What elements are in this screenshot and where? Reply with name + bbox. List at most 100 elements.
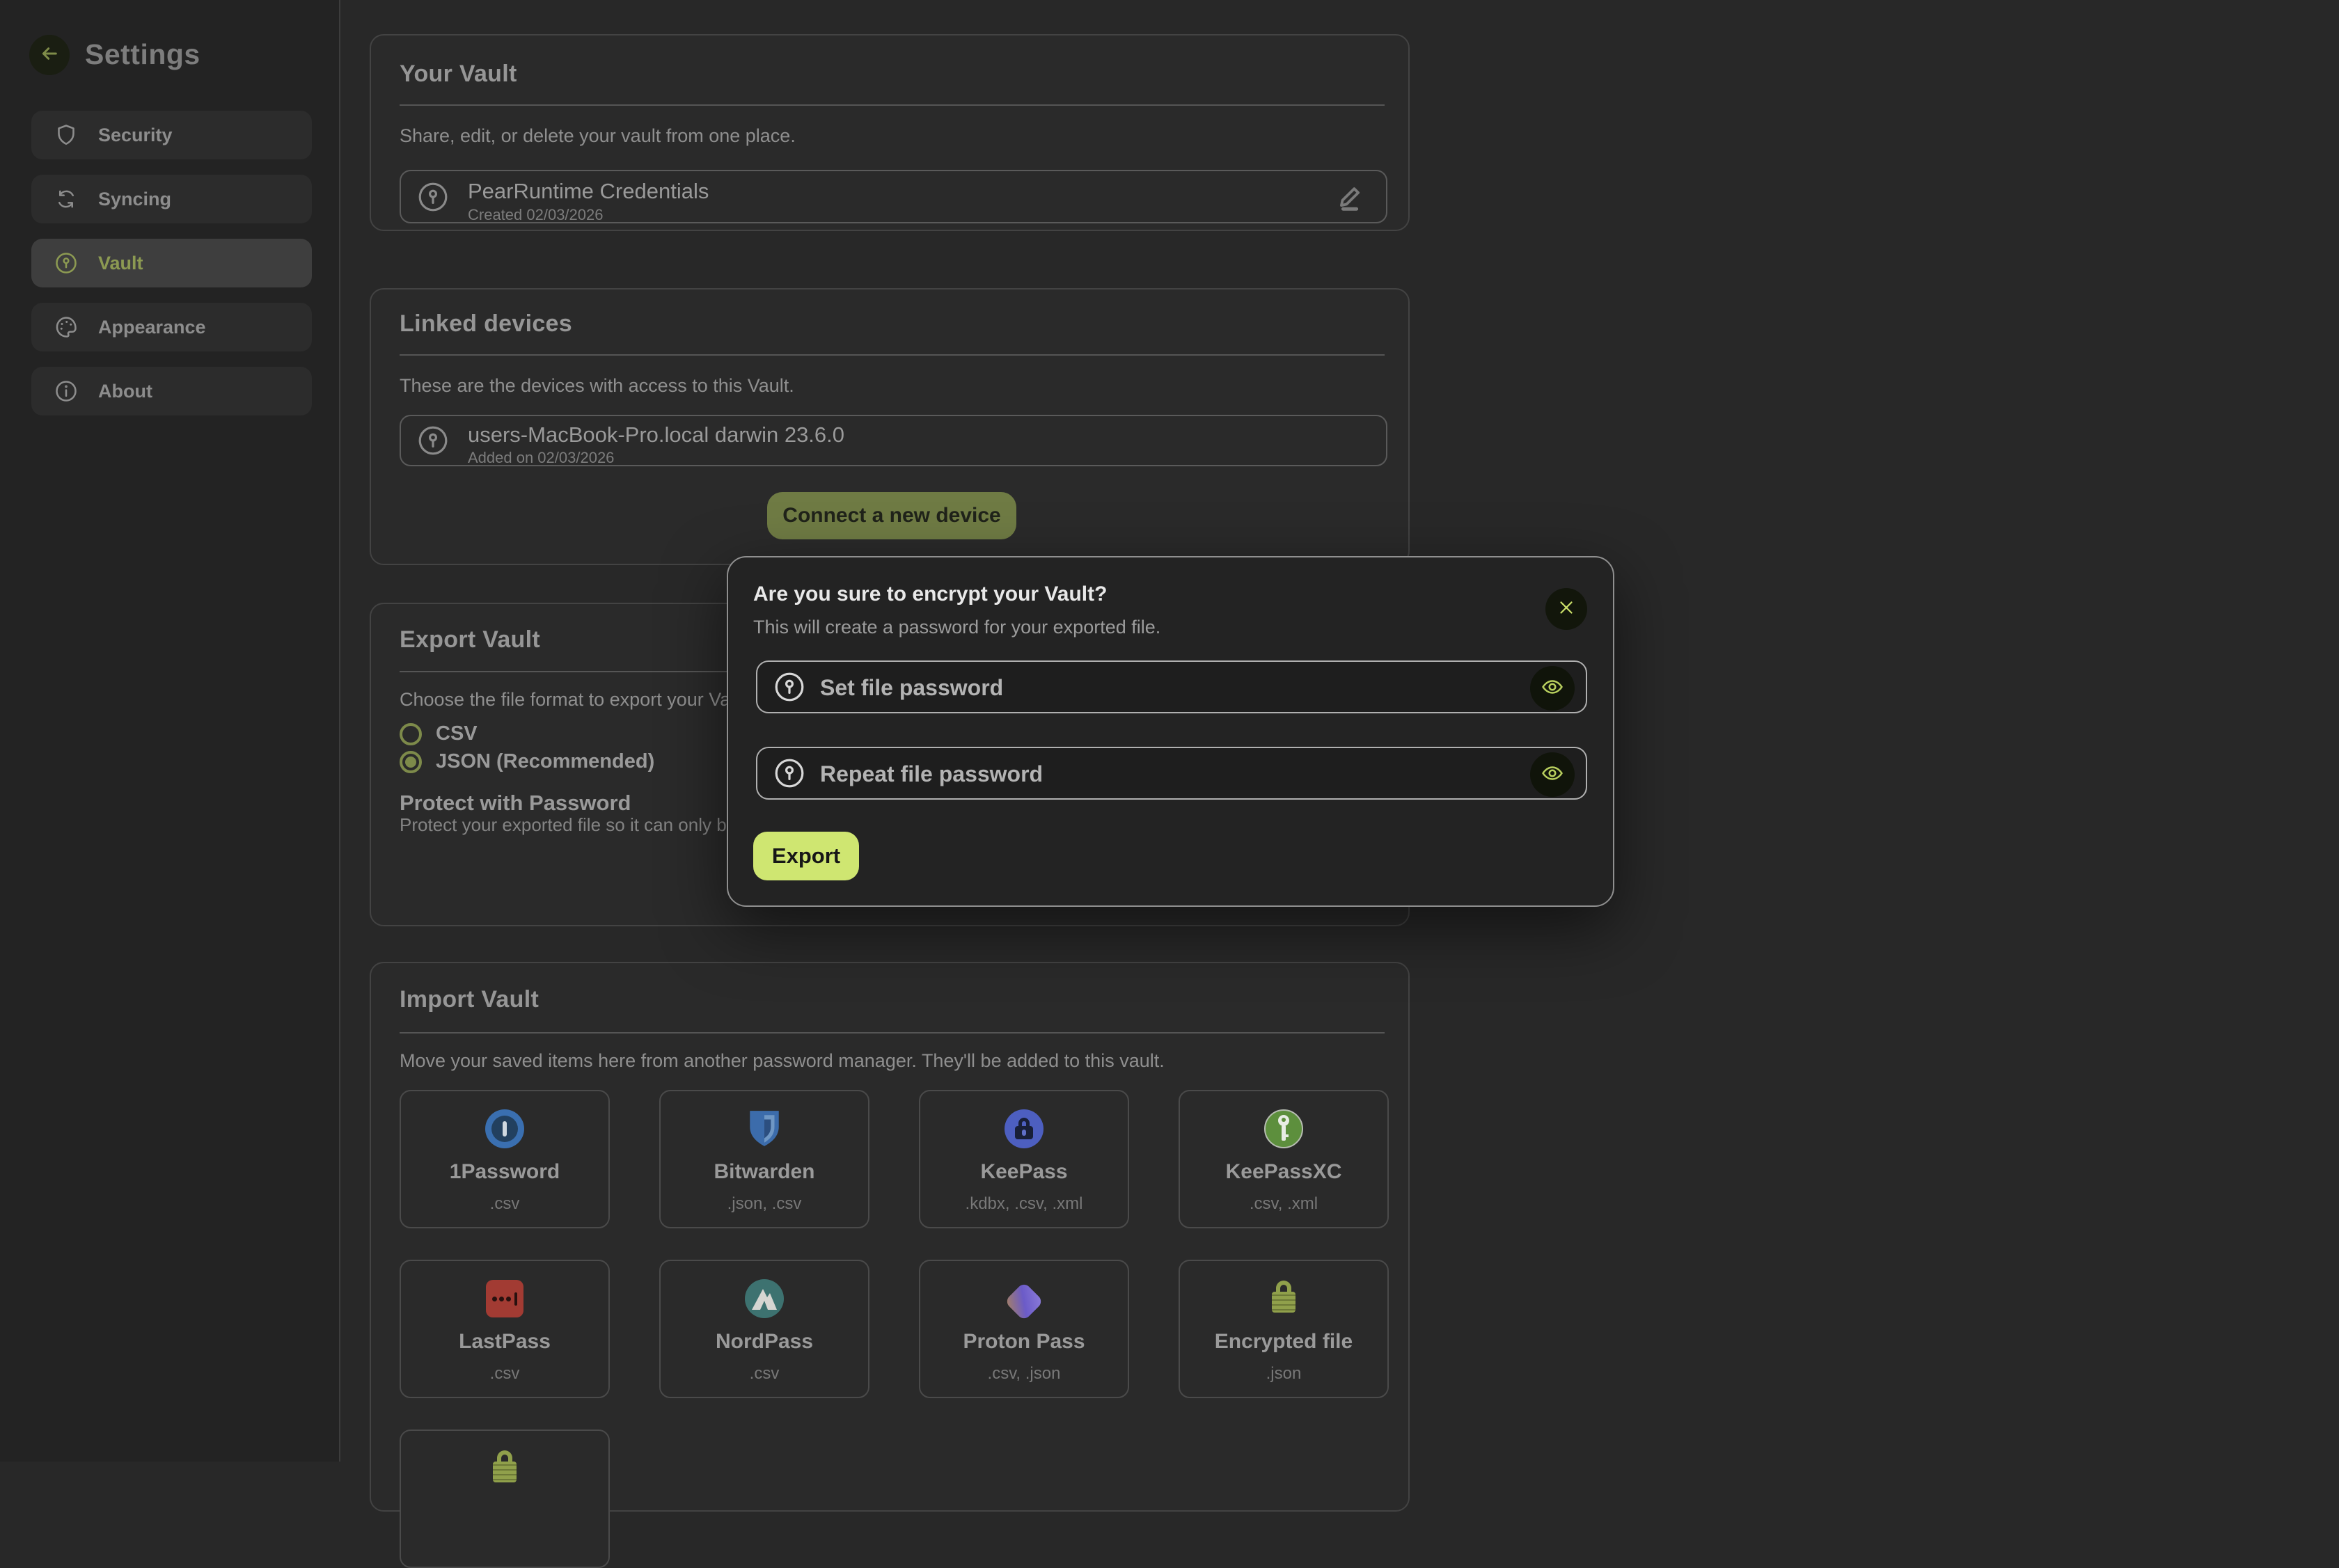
import-tile-proton-pass[interactable]: Proton Pass .csv, .json bbox=[919, 1260, 1129, 1398]
set-file-password-input[interactable] bbox=[819, 662, 1504, 713]
import-tile-nordpass[interactable]: NordPass .csv bbox=[659, 1260, 869, 1398]
card-description: These are the devices with access to thi… bbox=[400, 375, 794, 397]
device-row[interactable]: users-MacBook-Pro.local darwin 23.6.0 Ad… bbox=[400, 415, 1387, 466]
set-password-field bbox=[756, 660, 1587, 713]
sidebar-item-about[interactable]: About bbox=[31, 367, 312, 415]
export-format-description: Choose the file format to export your Va… bbox=[400, 689, 741, 711]
back-button[interactable] bbox=[29, 35, 70, 75]
sync-icon bbox=[54, 187, 79, 212]
vault-created-date: Created 02/03/2026 bbox=[468, 206, 604, 224]
key-icon bbox=[54, 251, 79, 276]
tile-name: 1Password bbox=[450, 1160, 560, 1184]
sidebar-item-appearance[interactable]: Appearance bbox=[31, 303, 312, 351]
shield-icon bbox=[54, 122, 79, 148]
tile-formats: .csv bbox=[490, 1364, 520, 1384]
radio-option-csv[interactable]: CSV bbox=[400, 722, 478, 745]
import-tile-bitwarden[interactable]: Bitwarden .json, .csv bbox=[659, 1090, 869, 1228]
show-password-button[interactable] bbox=[1530, 752, 1575, 797]
tile-formats: .csv, .xml bbox=[1250, 1194, 1318, 1214]
tile-formats: .csv, .json bbox=[988, 1364, 1061, 1384]
tile-formats: .csv bbox=[750, 1364, 780, 1384]
settings-sidebar: Settings Security Syncing Vault Appearan… bbox=[0, 0, 340, 1462]
card-description: Move your saved items here from another … bbox=[400, 1050, 1165, 1072]
export-button[interactable]: Export bbox=[753, 832, 859, 880]
encrypt-vault-dialog: Are you sure to encrypt your Vault? This… bbox=[727, 556, 1614, 907]
radio-label: CSV bbox=[436, 722, 478, 745]
radio-unchecked-icon[interactable] bbox=[400, 723, 422, 745]
key-icon bbox=[416, 180, 450, 214]
tile-name: NordPass bbox=[716, 1330, 813, 1354]
proton-pass-logo-icon bbox=[1004, 1278, 1044, 1319]
import-tile-encrypted-file[interactable]: Encrypted file .json bbox=[1179, 1260, 1389, 1398]
encrypted-file-lock-icon bbox=[1263, 1278, 1304, 1319]
sidebar-item-label: About bbox=[98, 381, 152, 402]
nordpass-logo-icon bbox=[744, 1278, 785, 1319]
import-tile-keepassxc[interactable]: KeePassXC .csv, .xml bbox=[1179, 1090, 1389, 1228]
sidebar-item-vault[interactable]: Vault bbox=[31, 239, 312, 287]
keepassxc-logo-icon bbox=[1263, 1109, 1304, 1149]
tile-formats: .json bbox=[1266, 1364, 1302, 1384]
your-vault-card: Your Vault Share, edit, or delete your v… bbox=[370, 34, 1410, 231]
divider bbox=[400, 1032, 1385, 1034]
key-icon bbox=[773, 670, 806, 704]
divider bbox=[400, 104, 1385, 106]
connect-new-device-button[interactable]: Connect a new device bbox=[767, 492, 1016, 539]
lastpass-logo-icon bbox=[485, 1278, 525, 1319]
tile-formats: .csv bbox=[490, 1194, 520, 1214]
divider bbox=[400, 354, 1385, 356]
sidebar-item-label: Vault bbox=[98, 253, 143, 274]
close-button[interactable] bbox=[1545, 588, 1587, 630]
sidebar-item-security[interactable]: Security bbox=[31, 111, 312, 159]
import-tile-partial[interactable] bbox=[400, 1430, 610, 1568]
card-title: Linked devices bbox=[400, 310, 572, 338]
sidebar-item-syncing[interactable]: Syncing bbox=[31, 175, 312, 223]
palette-icon bbox=[54, 315, 79, 340]
tile-name: KeePass bbox=[980, 1160, 1067, 1184]
show-password-button[interactable] bbox=[1530, 666, 1575, 711]
import-tile-lastpass[interactable]: LastPass .csv bbox=[400, 1260, 610, 1398]
1password-logo-icon bbox=[485, 1109, 525, 1149]
eye-icon bbox=[1541, 675, 1564, 702]
key-icon bbox=[773, 757, 806, 790]
sidebar-item-label: Appearance bbox=[98, 317, 206, 338]
tile-name: Proton Pass bbox=[963, 1330, 1085, 1354]
import-tile-1password[interactable]: 1Password .csv bbox=[400, 1090, 610, 1228]
import-tile-keepass[interactable]: KeePass .kdbx, .csv, .xml bbox=[919, 1090, 1129, 1228]
tile-name: Encrypted file bbox=[1215, 1330, 1353, 1354]
tile-name: KeePassXC bbox=[1226, 1160, 1342, 1184]
vault-name: PearRuntime Credentials bbox=[468, 179, 709, 204]
tile-formats: .kdbx, .csv, .xml bbox=[966, 1194, 1083, 1214]
card-description: Share, edit, or delete your vault from o… bbox=[400, 125, 796, 147]
import-vault-card: Import Vault Move your saved items here … bbox=[370, 962, 1410, 1512]
card-title: Your Vault bbox=[400, 61, 517, 88]
card-title: Import Vault bbox=[400, 986, 539, 1013]
repeat-password-field bbox=[756, 747, 1587, 800]
radio-label: JSON (Recommended) bbox=[436, 750, 654, 773]
radio-option-json[interactable]: JSON (Recommended) bbox=[400, 750, 654, 773]
radio-checked-icon[interactable] bbox=[400, 751, 422, 773]
tile-name: LastPass bbox=[459, 1330, 551, 1354]
device-added-date: Added on 02/03/2026 bbox=[468, 449, 614, 467]
linked-devices-card: Linked devices These are the devices wit… bbox=[370, 288, 1410, 565]
info-icon bbox=[54, 379, 79, 404]
card-title: Export Vault bbox=[400, 626, 540, 654]
protect-with-password-description: Protect your exported file so it can onl… bbox=[400, 814, 737, 836]
eye-icon bbox=[1541, 761, 1564, 789]
vault-row[interactable]: PearRuntime Credentials Created 02/03/20… bbox=[400, 170, 1387, 223]
tile-formats: .json, .csv bbox=[727, 1194, 802, 1214]
device-name: users-MacBook-Pro.local darwin 23.6.0 bbox=[468, 422, 844, 448]
dialog-title: Are you sure to encrypt your Vault? bbox=[753, 583, 1107, 606]
protect-with-password-title: Protect with Password bbox=[400, 791, 631, 816]
arrow-left-icon bbox=[38, 42, 61, 68]
dialog-subtitle: This will create a password for your exp… bbox=[753, 617, 1160, 638]
bitwarden-logo-icon bbox=[744, 1109, 785, 1149]
edit-icon[interactable] bbox=[1334, 181, 1367, 213]
page-title: Settings bbox=[85, 38, 200, 71]
sidebar-item-label: Security bbox=[98, 125, 173, 146]
repeat-file-password-input[interactable] bbox=[819, 748, 1504, 800]
tile-name: Bitwarden bbox=[714, 1160, 814, 1184]
sidebar-item-label: Syncing bbox=[98, 189, 171, 210]
close-icon bbox=[1556, 597, 1577, 621]
keepass-logo-icon bbox=[1004, 1109, 1044, 1149]
lock-icon bbox=[485, 1448, 525, 1489]
